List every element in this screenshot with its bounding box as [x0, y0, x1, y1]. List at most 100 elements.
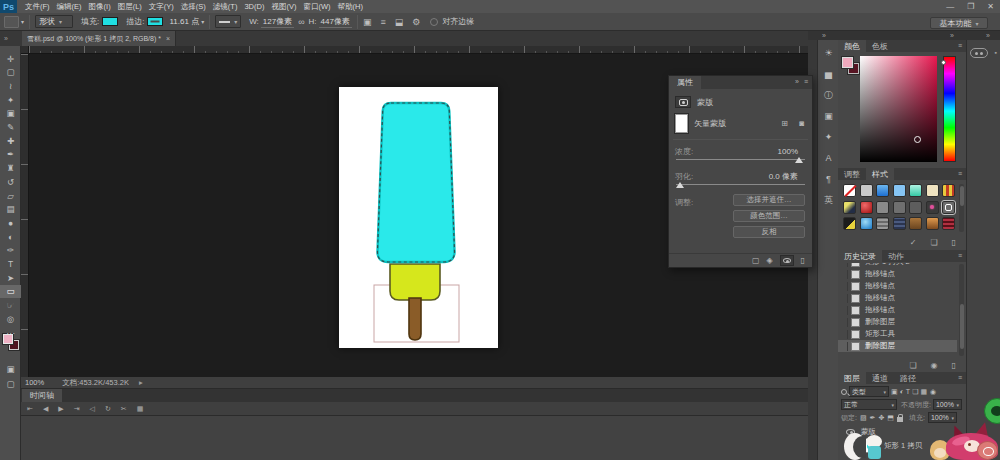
scrollbar[interactable] — [959, 184, 964, 232]
style-swatch[interactable] — [876, 217, 889, 230]
mask-visibility-icon[interactable] — [780, 255, 794, 266]
adjustments-icon[interactable]: ☀ — [818, 45, 839, 61]
vector-mask-thumbnail[interactable] — [675, 114, 688, 133]
glyphs-icon[interactable]: 英 — [818, 192, 839, 208]
eyedropper-tool[interactable]: ✎ — [0, 121, 21, 134]
filter-shape-icon[interactable]: ❏ — [912, 388, 918, 396]
history-state[interactable]: 删除图层 — [838, 340, 957, 352]
color-cursor[interactable] — [914, 136, 921, 143]
healing-brush-tool[interactable]: ✚ — [0, 134, 21, 147]
libraries-icon[interactable] — [970, 48, 988, 58]
width-value[interactable]: 127像素 — [261, 16, 294, 28]
lock-transparent-icon[interactable]: ▨ — [860, 414, 867, 422]
style-swatch[interactable] — [843, 201, 856, 214]
density-slider[interactable] — [676, 159, 805, 160]
menu-item[interactable]: 3D(D) — [244, 2, 264, 12]
style-swatch[interactable] — [942, 184, 955, 197]
feather-value[interactable]: 0.0 像素 — [769, 171, 798, 182]
clone-stamp-tool[interactable]: ♜ — [0, 162, 21, 175]
path-operations-icon[interactable]: ▣ — [363, 17, 372, 27]
menu-item[interactable]: 帮助(H) — [338, 2, 363, 12]
feather-slider[interactable] — [676, 184, 805, 185]
add-vector-mask-icon[interactable]: ◙ — [799, 119, 804, 128]
fill-swatch[interactable] — [102, 17, 118, 26]
fill-value[interactable]: 100%▾ — [928, 412, 957, 423]
loop-icon[interactable]: ↻ — [105, 405, 111, 413]
history-brush-tool[interactable]: ↺ — [0, 175, 21, 188]
filter-smartobject-icon[interactable]: ▦ — [920, 388, 927, 396]
density-value[interactable]: 100% — [778, 147, 798, 156]
style-swatch[interactable] — [893, 201, 906, 214]
style-swatch[interactable] — [876, 201, 889, 214]
stroke-style-dropdown[interactable]: ▾ — [215, 15, 241, 28]
magic-wand-tool[interactable]: ✦ — [0, 93, 21, 106]
filter-pixel-icon[interactable]: ▣ — [891, 388, 898, 396]
rectangle-tool[interactable]: ▭ — [0, 285, 21, 298]
filter-type-icon[interactable]: T — [906, 388, 910, 395]
first-frame-icon[interactable]: ⇤ — [27, 405, 33, 413]
tab-colors[interactable]: 颜色 — [838, 40, 866, 52]
filter-toggle-icon[interactable]: ◉ — [930, 388, 936, 396]
timeline-tab[interactable]: 时间轴 — [22, 389, 62, 402]
menu-item[interactable]: 文字(Y) — [149, 2, 174, 12]
lock-all-icon[interactable] — [897, 417, 903, 422]
quick-mask-button[interactable]: ▣ — [0, 362, 21, 375]
edit-toolbar[interactable]: ⋯ — [0, 326, 21, 339]
brush-settings-icon[interactable]: ✦ — [818, 129, 839, 145]
document-tab[interactable]: 雪糕.psd @ 100% (矩形 1 拷贝 2, RGB/8) * × — [22, 31, 176, 46]
zoom-tool[interactable]: ◎ — [0, 312, 21, 325]
style-swatch[interactable] — [926, 201, 939, 214]
style-swatch[interactable] — [909, 217, 922, 230]
new-style-icon[interactable]: ❏ — [930, 238, 937, 247]
info-icon[interactable]: ⓘ — [818, 87, 839, 103]
collapse-panel-icon[interactable]: » — [795, 78, 799, 85]
crop-tool[interactable]: ▣ — [0, 107, 21, 120]
style-swatch[interactable] — [942, 217, 955, 230]
panel-menu-icon[interactable]: ≡ — [958, 170, 962, 177]
menu-item[interactable]: 窗口(W) — [303, 2, 330, 12]
move-tool[interactable]: ✛ — [0, 52, 21, 65]
height-value[interactable]: 447像素 — [319, 16, 352, 28]
style-swatch[interactable] — [926, 184, 939, 197]
collapse-strip-icon[interactable]: » — [822, 32, 826, 39]
history-state[interactable]: 矩形工具 — [838, 328, 957, 340]
paragraph-icon[interactable]: ¶ — [818, 171, 839, 187]
next-frame-icon[interactable]: ⇥ — [74, 405, 80, 413]
filter-adjustment-icon[interactable]: ◐ — [900, 388, 904, 395]
hue-marker[interactable] — [941, 60, 946, 65]
style-swatch[interactable] — [893, 217, 906, 230]
menu-item[interactable]: 图层(L) — [118, 2, 142, 12]
panel-menu-icon[interactable]: ▪ — [995, 49, 997, 56]
style-swatch[interactable] — [942, 201, 955, 214]
panel-menu-icon[interactable]: ≡ — [804, 78, 808, 85]
style-swatch[interactable] — [926, 217, 939, 230]
collapse-dock2-icon[interactable]: » — [986, 32, 990, 39]
stroke-width-value[interactable]: 11.61 点 — [169, 16, 199, 27]
layer-name[interactable]: 矩形 1 拷贝 — [884, 441, 922, 451]
add-pixel-mask-icon[interactable]: ⊞ — [781, 119, 788, 128]
workspace-switcher[interactable]: 基本功能▾ — [930, 17, 988, 29]
menu-item[interactable]: 滤镜(T) — [213, 2, 238, 12]
select-and-mask-button[interactable]: 选择并遮住… — [733, 194, 805, 206]
clone-source-icon[interactable]: ▣ — [818, 108, 839, 124]
foreground-color-swatch[interactable] — [842, 57, 853, 68]
delete-style-icon[interactable]: ▯ — [952, 238, 956, 247]
lock-pixels-icon[interactable]: ✒ — [870, 414, 876, 422]
marquee-tool[interactable]: ▢ — [0, 66, 21, 79]
align-edges-checkbox[interactable] — [430, 18, 438, 26]
style-swatch[interactable] — [860, 217, 873, 230]
new-snapshot-icon[interactable]: ◉ — [931, 361, 938, 370]
tab-actions[interactable]: 动作 — [882, 250, 910, 262]
lasso-tool[interactable]: ≀ — [0, 79, 21, 92]
style-swatch[interactable] — [843, 184, 856, 197]
density-slider-thumb[interactable] — [795, 157, 803, 163]
panel-menu-icon[interactable]: ≡ — [958, 252, 962, 259]
color-range-button[interactable]: 颜色范围… — [733, 210, 805, 222]
lock-artboard-icon[interactable]: ⬒ — [887, 414, 894, 422]
delete-state-icon[interactable]: ▯ — [952, 361, 956, 370]
clear-style-icon[interactable]: ✓ — [910, 238, 917, 247]
history-state[interactable]: 拖移锚点 — [838, 292, 957, 304]
invert-button[interactable]: 反相 — [733, 226, 805, 238]
type-tool[interactable]: T — [0, 258, 21, 271]
path-arrange-icon[interactable]: ⬓ — [395, 17, 404, 27]
